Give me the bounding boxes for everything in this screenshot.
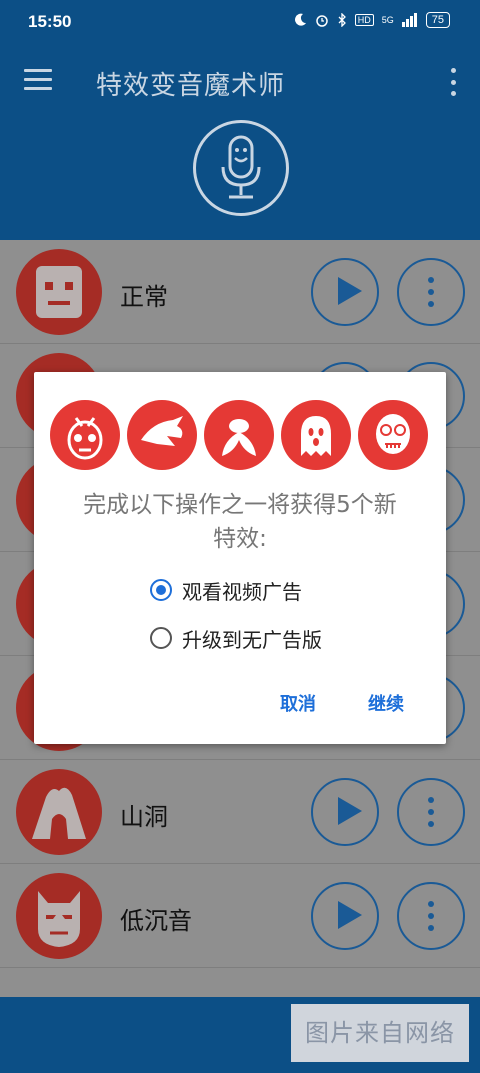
- batman-avatar-icon: [16, 873, 102, 959]
- signal-icon: [401, 13, 417, 27]
- record-button[interactable]: [193, 120, 289, 216]
- options-button[interactable]: [397, 882, 465, 950]
- play-button[interactable]: [311, 882, 379, 950]
- jigsaw-icon: [358, 400, 428, 470]
- network-label: 5G: [381, 15, 394, 25]
- effect-label: 正常: [120, 283, 168, 311]
- play-button[interactable]: [311, 778, 379, 846]
- status-bar: 15:50 HD 5G 75: [0, 0, 480, 44]
- watermark: 图片来自网络: [291, 1004, 469, 1062]
- cave-avatar-icon: [16, 769, 102, 855]
- continue-button[interactable]: 继续: [368, 690, 404, 716]
- more-vertical-icon: [428, 901, 434, 931]
- fly-icon: [204, 400, 274, 470]
- battery-icon: 75: [425, 12, 450, 28]
- microphone-icon: [221, 135, 261, 199]
- option-label: 升级到无广告版: [182, 627, 322, 652]
- option-watch-ad[interactable]: 观看视频广告: [150, 574, 302, 606]
- option-label: 观看视频广告: [182, 579, 302, 604]
- ghost-icon: [281, 400, 351, 470]
- alarm-icon: [315, 15, 328, 27]
- bluetooth-icon: [338, 13, 346, 27]
- list-item[interactable]: 低沉音: [0, 864, 480, 968]
- status-time: 15:50: [28, 12, 72, 31]
- effect-label: 山洞: [120, 803, 168, 831]
- list-item[interactable]: 正常: [0, 240, 480, 344]
- effect-label: 低沉音: [120, 907, 192, 935]
- radio-unselected-icon[interactable]: [150, 627, 172, 649]
- app-bar: 特效变音魔术师: [0, 44, 480, 240]
- alien-icon: [50, 400, 120, 470]
- overflow-menu-icon[interactable]: [448, 68, 458, 96]
- cancel-button[interactable]: 取消: [280, 690, 316, 716]
- radio-selected-icon[interactable]: [150, 579, 172, 601]
- unlock-dialog: 完成以下操作之一将获得5个新特效: 观看视频广告 升级到无广告版 取消 继续: [34, 372, 446, 744]
- dialog-message: 完成以下操作之一将获得5个新特效:: [83, 492, 397, 552]
- status-icons: HD 5G 75: [293, 12, 450, 28]
- hd-icon: HD: [354, 14, 374, 26]
- option-upgrade[interactable]: 升级到无广告版: [150, 622, 322, 654]
- play-button[interactable]: [311, 258, 379, 326]
- more-vertical-icon: [428, 277, 434, 307]
- list-item[interactable]: 山洞: [0, 760, 480, 864]
- robot-avatar-icon: [16, 249, 102, 335]
- page-title: 特效变音魔术师: [96, 71, 286, 101]
- play-icon: [338, 901, 362, 929]
- play-icon: [338, 277, 362, 305]
- dragon-icon: [127, 400, 197, 470]
- more-vertical-icon: [428, 797, 434, 827]
- options-button[interactable]: [397, 258, 465, 326]
- play-icon: [338, 797, 362, 825]
- effect-badges: [50, 400, 428, 470]
- moon-icon: [294, 13, 306, 26]
- menu-icon[interactable]: [24, 69, 52, 91]
- options-button[interactable]: [397, 778, 465, 846]
